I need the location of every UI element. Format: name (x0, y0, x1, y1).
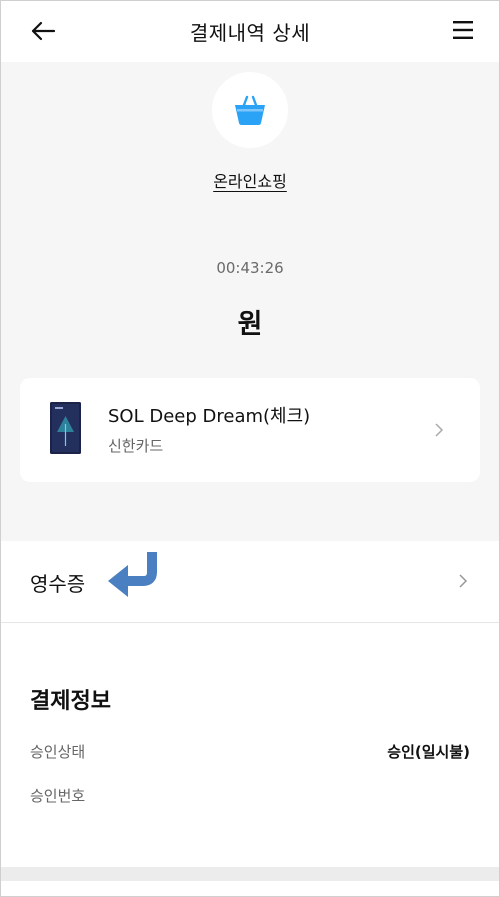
receipt-row[interactable]: 영수증 (0, 541, 500, 623)
next-section-edge (0, 881, 500, 897)
merchant-category-icon (212, 72, 288, 148)
arrow-left-icon (31, 21, 56, 41)
curved-arrow-left-icon (108, 552, 157, 597)
top-app-bar: 결제내역 상세 (0, 0, 500, 62)
card-issuer: 신한카드 (108, 437, 164, 455)
approval-status-label: 승인상태 (30, 743, 86, 761)
transaction-amount: 원 (237, 309, 263, 340)
chevron-right-icon (459, 574, 468, 588)
card-thumbnail (50, 402, 81, 454)
hamburger-menu-icon (453, 21, 473, 39)
section-title: 결제정보 (30, 689, 111, 714)
back-button[interactable] (30, 18, 56, 44)
payment-card-item[interactable]: SOL Deep Dream(체크) 신한카드 (20, 378, 480, 482)
payment-info-section: 결제정보 승인상태 승인(일시불) 승인번호 (0, 623, 500, 867)
chevron-right-icon (435, 423, 444, 437)
section-divider (0, 867, 500, 881)
transaction-time: 00:43:26 (216, 259, 284, 277)
card-name: SOL Deep Dream(체크) (108, 406, 311, 427)
approval-status-value: 승인(일시불) (387, 743, 470, 761)
page-title: 결제내역 상세 (189, 20, 311, 45)
merchant-name-link[interactable]: 온라인쇼핑 (0, 168, 500, 192)
menu-button[interactable] (452, 18, 474, 42)
receipt-label: 영수증 (30, 572, 86, 596)
approval-number-label: 승인번호 (30, 787, 86, 805)
shopping-basket-icon (235, 95, 265, 125)
